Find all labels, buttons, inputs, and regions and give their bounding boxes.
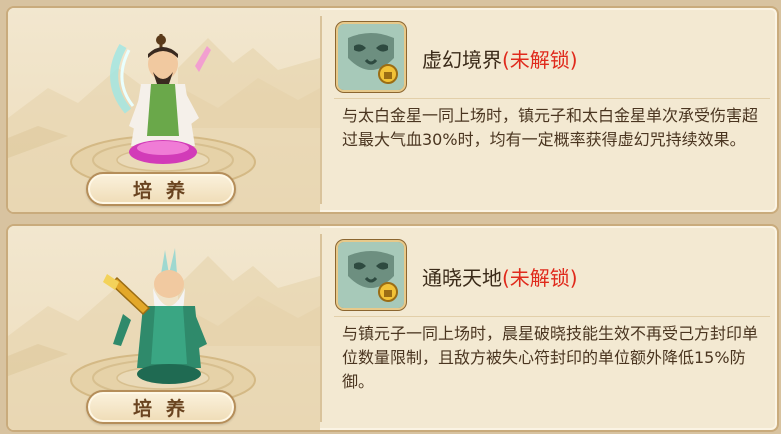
skill-description: 与镇元子一同上场时，晨星破晓技能生效不再受己方封印单位数量限制，且敌方被失心符封… bbox=[342, 324, 759, 391]
train-button[interactable]: 培养 bbox=[86, 172, 236, 206]
lock-status: (未解锁) bbox=[502, 48, 578, 72]
bond-card-1: 培养 虚幻境界(未解锁) 与太白金星一同上场时，镇元子和太白金星单次承受伤害超过… bbox=[6, 6, 779, 214]
skill-title: 通晓天地(未解锁) bbox=[422, 262, 578, 291]
mask-skill-icon[interactable] bbox=[336, 22, 406, 92]
separator-line bbox=[334, 98, 770, 99]
bond-card-2: 培养 通晓天地(未解锁) 与镇元子一同上场时，晨星破晓技能生效不再受己方封印单位… bbox=[6, 224, 779, 432]
skill-name: 虚幻境界 bbox=[422, 48, 502, 72]
skill-description: 与太白金星一同上场时，镇元子和太白金星单次承受伤害超过最大气血30%时，均有一定… bbox=[342, 106, 759, 149]
train-button[interactable]: 培养 bbox=[86, 390, 236, 424]
divider bbox=[320, 234, 322, 422]
hero-taibai-icon[interactable] bbox=[103, 244, 223, 394]
skill-name: 通晓天地 bbox=[422, 266, 502, 290]
lock-status: (未解锁) bbox=[502, 266, 578, 290]
hero-display-2: 培养 bbox=[8, 226, 320, 430]
divider bbox=[320, 16, 322, 204]
hero-display-1: 培养 bbox=[8, 8, 320, 212]
skill-title: 虚幻境界(未解锁) bbox=[422, 44, 578, 73]
mask-skill-icon[interactable] bbox=[336, 240, 406, 310]
separator-line bbox=[334, 316, 770, 317]
hero-zhenyuanzi-icon[interactable] bbox=[103, 26, 223, 176]
